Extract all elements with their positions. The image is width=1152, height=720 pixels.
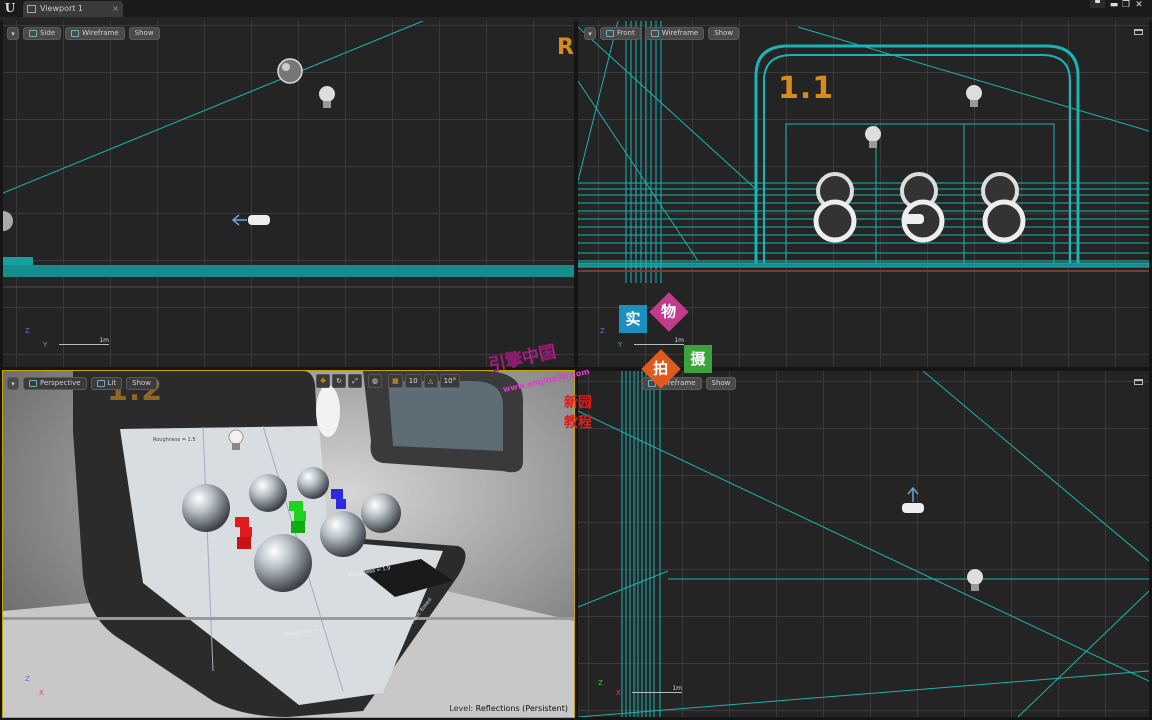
tab-close-icon[interactable]: × [112, 1, 119, 17]
chrome-sphere[interactable] [320, 511, 366, 557]
watermark-stamp: 实 [619, 305, 647, 333]
close-button[interactable]: ✕ [1130, 0, 1148, 11]
level-indicator: Level: Reflections (Persistent) [449, 704, 568, 713]
rotation-snap-value[interactable]: 10° [439, 374, 461, 388]
watermark-subtitle: 新园教程 [564, 395, 592, 431]
light-bulb-icon[interactable] [319, 86, 335, 108]
player-start-icon[interactable] [902, 486, 924, 513]
light-bulb-icon[interactable] [966, 85, 982, 107]
view-type-button[interactable]: Front [600, 26, 641, 40]
floor-seam [3, 617, 574, 620]
grid-snap-icon[interactable]: ▦ [388, 374, 403, 388]
side-wire-scene [3, 21, 574, 288]
scale-bar: 1m [59, 337, 109, 345]
chrome-sphere[interactable] [361, 493, 401, 533]
axis-y-label: Y [618, 341, 623, 349]
transform-toolbar: ✥ ↻ ⤢ ◍ ▦ 10 ◬ 10° [316, 374, 461, 388]
chrome-sphere[interactable] [182, 484, 230, 532]
chrome-sphere[interactable] [249, 474, 287, 512]
wire-floor-slab [3, 265, 574, 277]
room-number-label: 1.1 [778, 71, 835, 106]
viewport-toolbar: ▾ Perspective Lit Show [7, 376, 158, 390]
top-wire-scene [578, 371, 1149, 717]
light-bulb-icon[interactable] [865, 126, 881, 148]
tab-title: Viewport 1 [40, 4, 84, 13]
viewport-options-button[interactable]: ▾ [7, 26, 19, 40]
view-mode-button[interactable]: Wireframe [644, 26, 705, 40]
player-start-icon[interactable] [231, 214, 270, 226]
unreal-logo-icon: U [4, 1, 16, 15]
camera-view-icon [29, 29, 37, 37]
watermark-url: www.engine3d.com [502, 366, 591, 395]
scale-bar: 1m [634, 337, 684, 345]
show-button[interactable]: Show [126, 376, 158, 390]
light-bulb-icon[interactable] [967, 569, 983, 591]
viewport-side[interactable]: ▾ Side Wireframe Show R Z Y 1m [3, 21, 574, 367]
axis-z-label: Z [25, 675, 30, 683]
camera-view-icon [606, 29, 614, 37]
translate-tool-icon[interactable]: ✥ [316, 374, 330, 388]
wire-step [3, 257, 33, 265]
wireframe-mode-icon [650, 29, 659, 37]
sphere-highlight [282, 63, 290, 71]
view-mode-button[interactable]: Wireframe [65, 26, 125, 40]
scale-tool-icon[interactable]: ⤢ [348, 374, 362, 388]
show-button[interactable]: Show [128, 26, 160, 40]
axis-z-label: Z [598, 679, 603, 687]
wireframe-mode-icon [71, 29, 80, 37]
axis-y-label: Y [43, 341, 48, 349]
ring-actors[interactable] [813, 172, 1026, 243]
tunnel-view [388, 381, 503, 451]
view-type-button[interactable]: Side [23, 26, 62, 40]
viewport-tab-icon [27, 5, 36, 13]
viewport-toolbar: ▾ Front Wireframe Show [584, 26, 740, 40]
reflection-sphere-icon[interactable] [277, 58, 303, 84]
grid-snap-value[interactable]: 10 [404, 374, 422, 388]
chrome-sphere[interactable] [297, 467, 329, 499]
watermark-stamp: 摄 [684, 345, 712, 373]
world-space-icon[interactable]: ◍ [368, 374, 383, 388]
editor-window: U Viewport 1 × ▀ ▬ ❐ ✕ ▾ Side Wireframe … [0, 0, 1152, 720]
restore-layout-button[interactable]: ▀ [1090, 0, 1105, 8]
show-button[interactable]: Show [708, 26, 740, 40]
axis-x-label: X [616, 689, 621, 697]
wire-geometry [578, 371, 1149, 717]
watermark: 引擎中国 www.engine3d.com 新园教程 [487, 342, 598, 431]
edge-sphere [3, 211, 13, 231]
title-bar: U Viewport 1 × ▀ ▬ ❐ ✕ [0, 0, 1152, 17]
rotation-snap-icon[interactable]: ◬ [423, 374, 438, 388]
lit-mode-icon [96, 379, 105, 387]
axis-z-label: Z [600, 327, 605, 335]
wire-line [3, 21, 424, 194]
axis-z-label: Z [25, 327, 30, 335]
viewport-top[interactable]: Wireframe Show Z X 1m [578, 371, 1149, 717]
viewport-options-button[interactable]: ▾ [7, 376, 19, 390]
perspective-view-icon [29, 379, 37, 387]
chrome-sphere[interactable] [254, 534, 312, 592]
player-start-icon[interactable] [904, 214, 924, 224]
panel-label: Roughness = 1.5 [153, 437, 196, 443]
tab-viewport[interactable]: Viewport 1 × [23, 1, 123, 17]
wire-geometry [578, 21, 1149, 283]
viewport-toolbar: ▾ Side Wireframe Show [7, 26, 160, 40]
ceiling-light [316, 385, 340, 437]
maximize-viewport-button[interactable] [1134, 379, 1143, 385]
scale-bar: 1m [632, 685, 682, 693]
maximize-viewport-button[interactable] [1134, 29, 1143, 35]
view-mode-button[interactable]: Lit [90, 376, 123, 390]
rotate-tool-icon[interactable]: ↻ [332, 374, 346, 388]
view-type-button[interactable]: Perspective [23, 376, 87, 390]
viewport-options-button[interactable]: ▾ [584, 26, 596, 40]
show-button[interactable]: Show [705, 376, 737, 390]
axis-x-label: X [39, 689, 44, 697]
